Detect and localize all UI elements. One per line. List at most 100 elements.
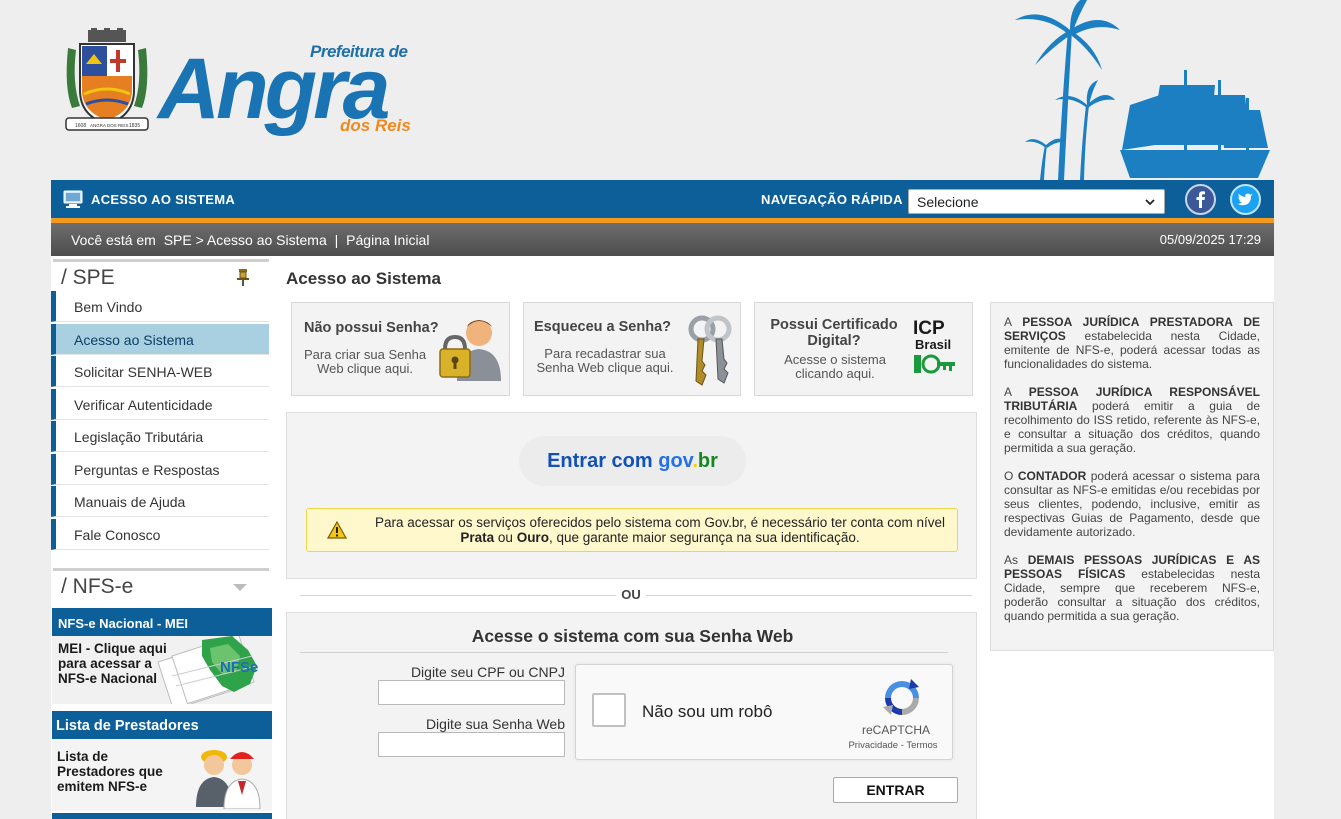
sidebar-item-perguntas-e-respostas[interactable]: Perguntas e Respostas xyxy=(51,453,269,485)
twitter-icon xyxy=(1237,193,1253,206)
govbr-brand-gov: gov xyxy=(658,450,693,472)
sidebar-nfse-heading[interactable]: / NFS-e xyxy=(53,568,269,598)
sidebar-item-label: Manuais de Ajuda xyxy=(74,494,186,510)
palm-ship-illustration xyxy=(1015,0,1270,180)
no-password-card[interactable]: Não possui Senha? Para criar sua Senha W… xyxy=(291,302,510,396)
password-input[interactable] xyxy=(378,732,565,757)
govbr-login-button[interactable]: Entrar com gov.br xyxy=(519,436,746,486)
info-bold: CONTADOR xyxy=(1017,469,1087,483)
warning-text-1: Para acessar os serviços oferecidos pelo… xyxy=(375,515,945,530)
facebook-link[interactable] xyxy=(1185,184,1216,215)
quick-nav-label: NAVEGAÇÃO RÁPIDA xyxy=(761,192,903,207)
lista-de-prestadores-banner[interactable]: Lista de Prestadores Lista de Prestadore… xyxy=(52,711,272,811)
login-title-divider xyxy=(300,652,948,653)
crest-city: ANGRA DOS REIS xyxy=(90,123,129,128)
govbr-button-prefix: Entrar com xyxy=(547,450,653,472)
info-paragraph-prestadora: A PESSOA JURÍDICA PRESTADORA DE SERVIÇOS… xyxy=(1004,315,1260,371)
senha-web-login-panel: Acesse o sistema com sua Senha Web Digit… xyxy=(286,612,977,819)
sidebar-banner-partial[interactable] xyxy=(52,813,272,819)
pin-icon[interactable] xyxy=(235,268,251,286)
card-title: Esqueceu a Senha? xyxy=(534,319,671,335)
icp-brasil-logo: ICP Brasil xyxy=(913,318,955,374)
govbr-login-panel: Entrar com gov.br Para acessar os serviç… xyxy=(286,412,977,579)
computer-icon xyxy=(63,190,83,208)
twitter-link[interactable] xyxy=(1230,184,1261,215)
keys-icon xyxy=(688,315,732,386)
digital-certificate-card[interactable]: Possui Certificado Digital? Acesse o sis… xyxy=(754,302,973,396)
cpf-label: Digite seu CPF ou CNPJ xyxy=(410,664,565,680)
quick-nav-select[interactable]: Selecione xyxy=(908,189,1165,214)
city-crest-logo[interactable]: 1608 ANGRA DOS REIS 1835 xyxy=(62,28,152,134)
sidebar-menu: Bem Vindo Acesso ao Sistema Solicitar SE… xyxy=(51,291,269,551)
forgot-password-card[interactable]: Esqueceu a Senha? Para recadastrar sua S… xyxy=(523,302,741,396)
recaptcha-label: Não sou um robô xyxy=(642,702,773,721)
warning-ouro: Ouro xyxy=(516,530,549,545)
info-text: A xyxy=(1004,315,1012,329)
brand-dos-reis: dos Reis xyxy=(340,116,411,135)
main-content: / SPE Bem Vindo Acesso ao Sistema Solici… xyxy=(51,256,1274,819)
page-title: Acesso ao Sistema xyxy=(286,269,441,288)
breadcrumb-separator: | xyxy=(334,232,339,248)
info-paragraph-contador: O CONTADOR poderá acessar o sistema para… xyxy=(1004,469,1260,539)
password-label: Digite sua Senha Web xyxy=(425,716,565,732)
banner-title: Lista de Prestadores xyxy=(52,711,272,739)
sidebar-item-legislacao-tributaria[interactable]: Legislação Tributária xyxy=(51,421,269,452)
breadcrumb-prefix: Você está em xyxy=(71,232,156,248)
card-subtitle: Para recadastrar sua Senha Web clique aq… xyxy=(536,346,674,375)
banner-title: NFS-e Nacional - MEI xyxy=(52,608,272,636)
sidebar-nfse-title: / NFS-e xyxy=(61,575,134,598)
banner-text: Lista de Prestadores que emitem NFS-e xyxy=(57,749,163,794)
sidebar-item-label: Acesso ao Sistema xyxy=(74,331,194,348)
info-text: As xyxy=(1004,553,1019,567)
nfse-nacional-mei-banner[interactable]: NFS-e Nacional - MEI NFSe MEI - Clique a… xyxy=(52,608,272,704)
sidebar-item-bem-vindo[interactable]: Bem Vindo xyxy=(51,291,269,322)
breadcrumb-path[interactable]: SPE > Acesso ao Sistema xyxy=(164,232,327,248)
recaptcha-privacy-link[interactable]: Privacidade xyxy=(848,740,898,751)
sidebar-spe-heading: / SPE xyxy=(53,259,269,289)
chevron-down-icon xyxy=(233,584,247,591)
sidebar-item-label: Legislação Tributária xyxy=(74,429,204,445)
facebook-icon xyxy=(1196,191,1205,208)
breadcrumb-current[interactable]: Página Inicial xyxy=(346,232,429,248)
recaptcha-checkbox[interactable] xyxy=(592,693,626,727)
card-subtitle: Para criar sua Senha Web clique aqui. xyxy=(303,347,427,376)
sidebar-item-verificar-autenticidade[interactable]: Verificar Autenticidade xyxy=(51,388,269,420)
card-title: Não possui Senha? xyxy=(304,320,439,336)
chevron-down-icon xyxy=(1145,199,1155,206)
info-text: O xyxy=(1004,469,1014,483)
info-text: A xyxy=(1004,385,1012,399)
enter-button[interactable]: ENTRAR xyxy=(833,777,958,803)
top-navigation-bar: ACESSO AO SISTEMA NAVEGAÇÃO RÁPIDA Selec… xyxy=(51,180,1274,223)
user-lock-icon xyxy=(439,320,501,381)
recaptcha-terms-link[interactable]: Termos xyxy=(906,740,937,751)
system-title: ACESSO AO SISTEMA xyxy=(91,192,236,207)
breadcrumb-bar: Você está em SPE > Acesso ao Sistema | P… xyxy=(51,223,1274,256)
warning-text-2: , que garante maior segurança na sua ide… xyxy=(548,530,860,545)
sidebar-item-solicitar-senha-web[interactable]: Solicitar SENHA-WEB xyxy=(51,356,269,387)
info-panel: A PESSOA JURÍDICA PRESTADORA DE SERVIÇOS… xyxy=(990,302,1274,651)
warning-icon xyxy=(327,521,347,539)
govbr-brand-br: br xyxy=(697,450,718,472)
sidebar-item-acesso-ao-sistema[interactable]: Acesso ao Sistema xyxy=(51,323,269,355)
sidebar-item-label: Solicitar SENHA-WEB xyxy=(74,364,213,380)
crest-date: 1835 xyxy=(129,123,140,129)
recaptcha-brand: reCAPTCHA xyxy=(861,723,930,737)
recaptcha-widget: Não sou um robô reCAPTCHA Privacidade - … xyxy=(575,664,953,760)
recaptcha-link-separator: - xyxy=(900,740,904,751)
cpf-input[interactable] xyxy=(378,680,565,705)
warning-prata: Prata xyxy=(460,530,495,545)
govbr-warning-text: Para acessar os serviços oferecidos pelo… xyxy=(365,515,955,545)
card-title: Possui Certificado Digital? xyxy=(770,317,898,349)
icp-logo-line1: ICP xyxy=(913,318,945,339)
sidebar-item-fale-conosco[interactable]: Fale Conosco xyxy=(51,518,269,550)
current-datetime: 05/09/2025 17:29 xyxy=(1159,232,1261,247)
info-paragraph-demais: As DEMAIS PESSOAS JURÍDICAS E AS PESSOAS… xyxy=(1004,553,1260,623)
recaptcha-icon xyxy=(883,679,919,715)
login-title: Acesse o sistema com sua Senha Web xyxy=(471,626,794,646)
govbr-warning-box: Para acessar os serviços oferecidos pelo… xyxy=(306,508,958,552)
or-divider-label: OU xyxy=(616,587,646,602)
warning-text-ou: ou xyxy=(497,530,513,545)
sidebar-item-manuais-de-ajuda[interactable]: Manuais de Ajuda xyxy=(51,486,269,517)
sidebar-item-label: Fale Conosco xyxy=(74,526,161,543)
quick-nav-selected-value: Selecione xyxy=(917,194,979,210)
